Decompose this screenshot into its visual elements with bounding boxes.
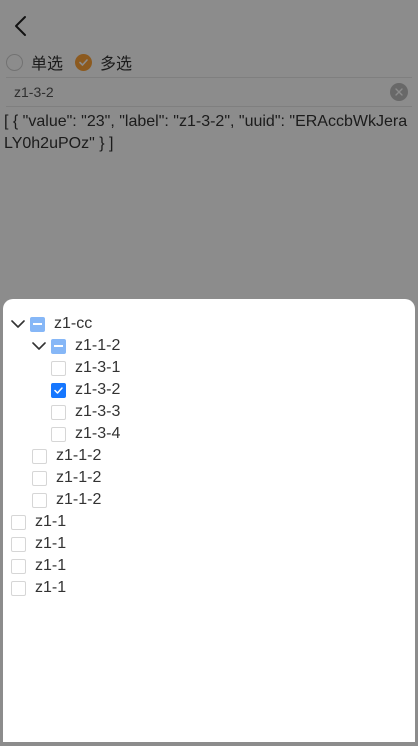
chevron-down-icon (32, 342, 46, 350)
node-label: z1-1 (35, 535, 67, 552)
node-label: z1-3-4 (75, 425, 121, 442)
node-checkbox[interactable] (30, 316, 45, 332)
tree-node[interactable]: z1-3-1 (51, 357, 120, 379)
node-checkbox[interactable] (51, 360, 66, 376)
node-checkbox[interactable] (11, 536, 26, 552)
node-checkbox[interactable] (11, 514, 26, 530)
node-label: z1-3-1 (75, 359, 121, 376)
node-checkbox[interactable] (51, 404, 66, 420)
node-label: z1-1-2 (56, 469, 102, 486)
tree-node[interactable]: z1-1 (11, 577, 66, 599)
tree-node[interactable]: z1-1 (11, 533, 66, 555)
node-checkbox[interactable] (51, 426, 66, 442)
node-label: z1-cc (54, 315, 93, 332)
tree-popup: z1-cc z1-1-2 z1-3-1 z1-3-2 z1-3-3 z1-3-4 z1-1-… (3, 299, 415, 742)
chevron-down-icon (11, 320, 25, 328)
expand-toggle[interactable] (32, 335, 46, 357)
tree-node[interactable]: z1-3-2 (51, 379, 120, 401)
check-icon (54, 386, 63, 394)
tree-node[interactable]: z1-1 (11, 511, 66, 533)
node-label: z1-1 (35, 513, 67, 530)
node-checkbox[interactable] (32, 470, 47, 486)
node-checkbox[interactable] (11, 558, 26, 574)
tree-node[interactable]: z1-3-4 (51, 423, 120, 445)
tree-node[interactable]: z1-cc (11, 313, 92, 335)
node-label: z1-1-2 (56, 491, 102, 508)
tree-node[interactable]: z1-1-2 (32, 335, 120, 357)
tree-node[interactable]: z1-1 (11, 555, 66, 577)
node-checkbox[interactable] (51, 382, 66, 398)
expand-toggle[interactable] (11, 313, 25, 335)
tree-node[interactable]: z1-1-2 (32, 489, 101, 511)
tree-node[interactable]: z1-1-2 (32, 445, 101, 467)
node-label: z1-1 (35, 557, 67, 574)
node-checkbox[interactable] (32, 492, 47, 508)
node-label: z1-3-2 (75, 381, 121, 398)
node-label: z1-1-2 (75, 337, 121, 354)
tree-node[interactable]: z1-1-2 (32, 467, 101, 489)
node-label: z1-1-2 (56, 447, 102, 464)
node-checkbox[interactable] (32, 448, 47, 464)
tree-node[interactable]: z1-3-3 (51, 401, 120, 423)
node-checkbox[interactable] (51, 338, 66, 354)
node-checkbox[interactable] (11, 580, 26, 596)
node-label: z1-3-3 (75, 403, 121, 420)
node-label: z1-1 (35, 579, 67, 596)
